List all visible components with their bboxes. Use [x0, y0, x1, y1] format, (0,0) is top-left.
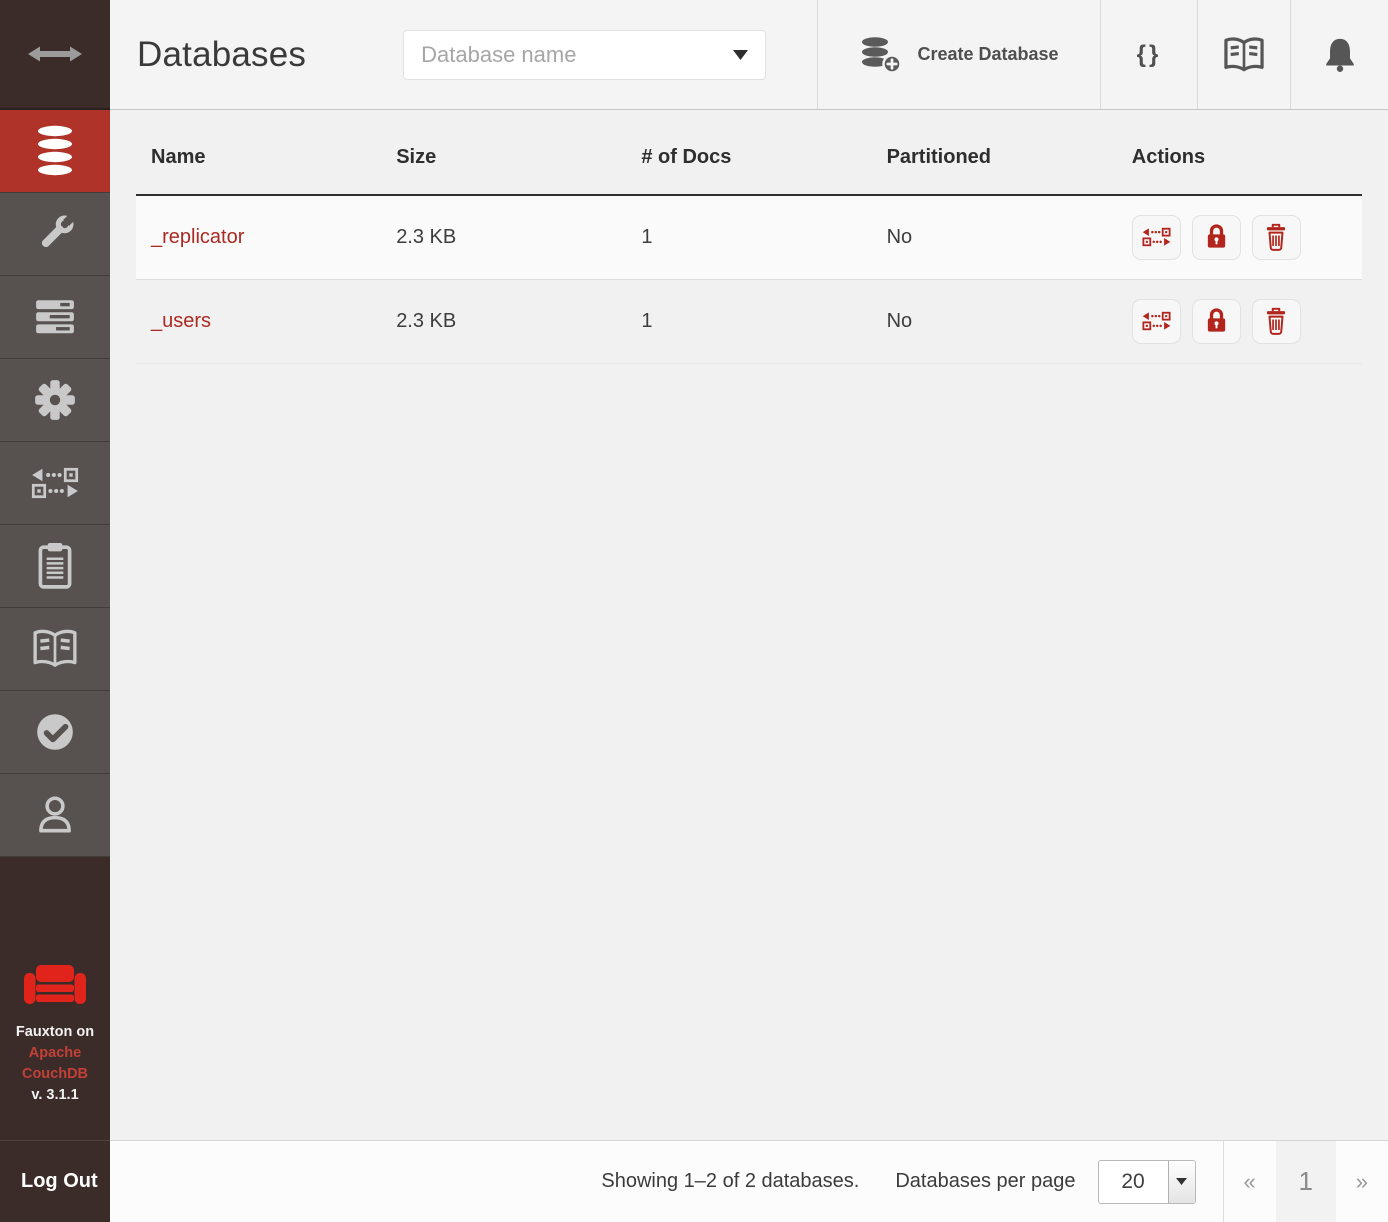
size-cell: 2.3 KB	[381, 279, 626, 363]
column-header-partitioned: Partitioned	[872, 110, 1117, 195]
database-link-replicator[interactable]: _replicator	[151, 226, 244, 248]
partitioned-cell: No	[872, 279, 1117, 363]
header: Databases Database name	[110, 0, 1388, 110]
main-panel: Databases Database name	[110, 0, 1388, 1222]
pagination-page-1[interactable]: 1	[1276, 1141, 1336, 1222]
sidebar-footer: Fauxton on Apache CouchDB v. 3.1.1 Log O…	[0, 960, 110, 1222]
delete-database-button[interactable]	[1252, 215, 1301, 260]
column-header-actions: Actions	[1117, 110, 1362, 195]
pagination: « 1 »	[1224, 1141, 1388, 1222]
docs-cell: 1	[626, 279, 871, 363]
create-database-button[interactable]: Create Database	[817, 0, 1100, 109]
brand-version: v. 3.1.1	[0, 1085, 110, 1106]
per-page-label: Databases per page	[895, 1170, 1075, 1193]
replicate-database-button[interactable]	[1132, 215, 1181, 260]
docs-cell: 1	[626, 195, 871, 279]
pagination-prev-button[interactable]: «	[1224, 1141, 1276, 1222]
databases-table: Name Size # of Docs Partitioned Actions …	[136, 110, 1362, 364]
documentation-button[interactable]	[1197, 0, 1290, 109]
braces-icon: {}	[1137, 41, 1162, 69]
table-row: _replicator 2.3 KB 1 No	[136, 195, 1362, 279]
pagination-next-button[interactable]: »	[1336, 1141, 1388, 1222]
book-icon	[1223, 36, 1265, 74]
column-header-name: Name	[136, 110, 381, 195]
api-url-button[interactable]: {}	[1100, 0, 1197, 109]
database-icon	[33, 125, 77, 177]
fauxton-app: Fauxton on Apache CouchDB v. 3.1.1 Log O…	[0, 0, 1388, 1222]
clipboard-icon	[34, 542, 76, 590]
couchdb-logo-icon[interactable]	[0, 960, 110, 1012]
database-add-icon	[859, 35, 903, 75]
sidebar-item-configuration[interactable]	[0, 359, 110, 442]
check-circle-icon	[33, 710, 77, 754]
header-actions: Create Database {}	[817, 0, 1388, 109]
sidebar-item-active-tasks[interactable]	[0, 276, 110, 359]
sidebar: Fauxton on Apache CouchDB v. 3.1.1 Log O…	[0, 0, 110, 1222]
notifications-button[interactable]	[1290, 0, 1388, 109]
sidebar-item-replication[interactable]	[0, 442, 110, 525]
replicate-database-button[interactable]	[1132, 299, 1181, 344]
database-name-dropdown[interactable]: Database name	[403, 30, 766, 80]
replication-icon	[31, 467, 79, 499]
table-row: _users 2.3 KB 1 No	[136, 279, 1362, 363]
footer: Showing 1–2 of 2 databases. Databases pe…	[110, 1140, 1388, 1222]
database-name-placeholder: Database name	[421, 42, 576, 68]
user-icon	[34, 793, 76, 837]
gear-icon	[32, 377, 78, 423]
showing-summary: Showing 1–2 of 2 databases.	[601, 1170, 859, 1193]
trash-icon	[1263, 223, 1289, 252]
page-title: Databases	[137, 35, 306, 75]
book-icon	[32, 628, 78, 670]
per-page-value: 20	[1099, 1161, 1168, 1203]
column-header-docs: # of Docs	[626, 110, 871, 195]
sidebar-collapse-button[interactable]	[0, 0, 110, 110]
server-rack-icon	[34, 300, 76, 334]
size-cell: 2.3 KB	[381, 195, 626, 279]
sidebar-item-databases[interactable]	[0, 110, 110, 193]
lock-icon	[1203, 223, 1230, 251]
sidebar-item-documentation[interactable]	[0, 608, 110, 691]
logout-label: Log Out	[21, 1170, 98, 1193]
expand-arrows-icon	[27, 44, 83, 64]
column-header-size: Size	[381, 110, 626, 195]
set-permissions-button[interactable]	[1192, 299, 1241, 344]
select-arrow-icon	[1168, 1161, 1195, 1203]
chevron-down-icon	[733, 50, 748, 60]
sidebar-item-setup[interactable]	[0, 193, 110, 276]
brand-text-line1: Fauxton on	[0, 1022, 110, 1043]
brand-text-line3: CouchDB	[0, 1064, 110, 1085]
brand-block: Fauxton on Apache CouchDB v. 3.1.1	[0, 960, 110, 1140]
trash-icon	[1263, 307, 1289, 336]
logout-button[interactable]: Log Out	[0, 1140, 110, 1222]
wrench-icon	[32, 211, 78, 257]
partitioned-cell: No	[872, 195, 1117, 279]
sidebar-item-account[interactable]	[0, 774, 110, 857]
database-link-users[interactable]: _users	[151, 310, 211, 332]
set-permissions-button[interactable]	[1192, 215, 1241, 260]
brand-text-line2: Apache	[0, 1043, 110, 1064]
per-page-select[interactable]: 20	[1098, 1160, 1196, 1204]
lock-icon	[1203, 307, 1230, 335]
create-database-label: Create Database	[917, 44, 1058, 65]
replication-icon	[1142, 310, 1171, 332]
sidebar-item-active-jobs[interactable]	[0, 525, 110, 608]
sidebar-item-verify[interactable]	[0, 691, 110, 774]
bell-icon	[1321, 35, 1359, 75]
databases-content: Name Size # of Docs Partitioned Actions …	[110, 110, 1388, 1140]
replication-icon	[1142, 226, 1171, 248]
delete-database-button[interactable]	[1252, 299, 1301, 344]
table-header-row: Name Size # of Docs Partitioned Actions	[136, 110, 1362, 195]
